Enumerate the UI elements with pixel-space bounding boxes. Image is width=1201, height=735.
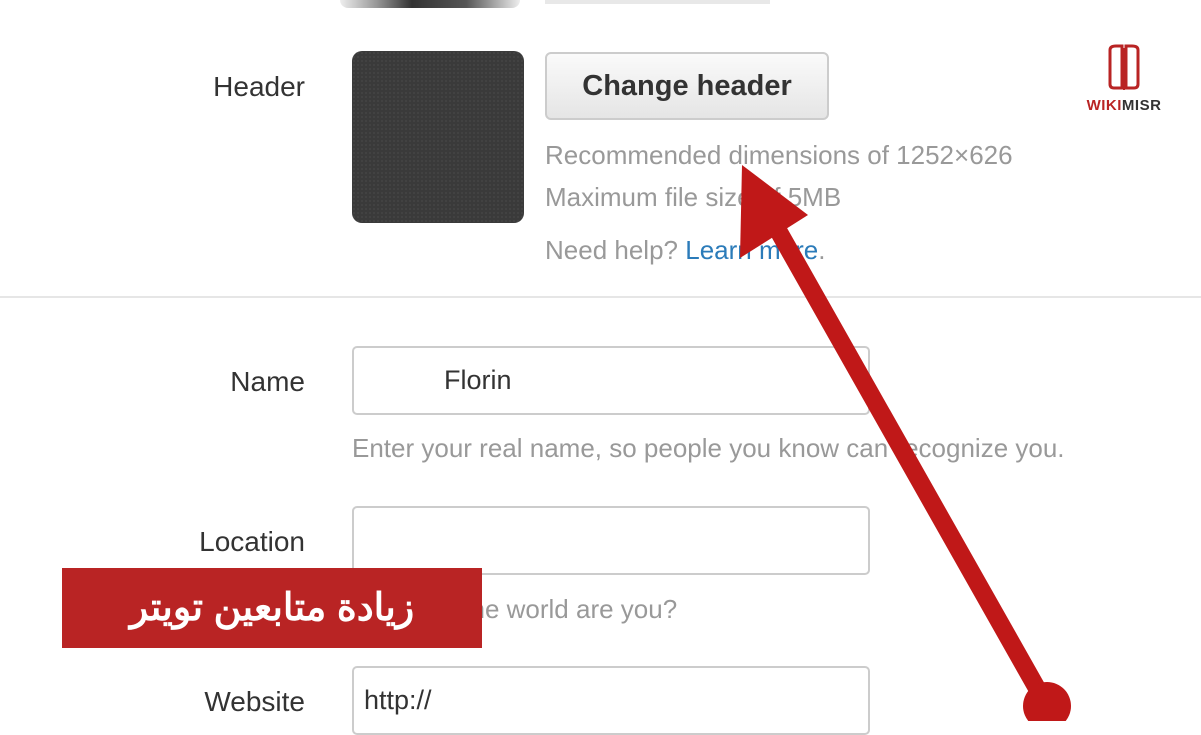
book-icon: [1108, 44, 1140, 90]
arrow-head: [740, 165, 808, 258]
logo-wiki: WIKI: [1086, 97, 1122, 114]
wikimisr-logo: WIKIMISR: [1082, 44, 1166, 124]
arrow-shaft: [766, 216, 1056, 715]
logo-wordmark: WIKIMISR: [1082, 97, 1166, 114]
red-arrow-annotation: [740, 165, 1071, 721]
logo-misr: MISR: [1121, 97, 1162, 114]
